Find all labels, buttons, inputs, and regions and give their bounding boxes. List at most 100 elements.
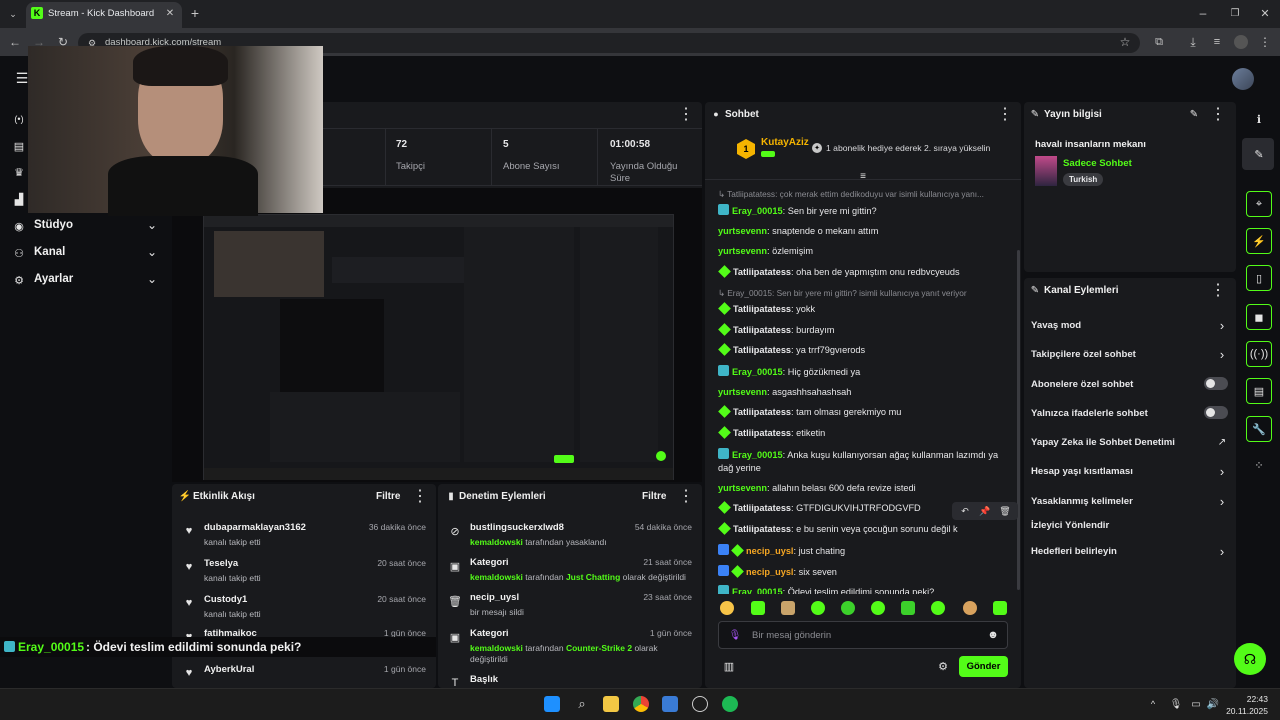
- sidebar-item-settings[interactable]: ⚙ Ayarlar ⌄: [0, 269, 170, 291]
- action-followers-only[interactable]: Takipçilere özel sohbet ›: [1024, 345, 1236, 365]
- broadcast-icon[interactable]: ((·)): [1246, 341, 1272, 367]
- tray-arrow-icon[interactable]: ^: [1148, 698, 1158, 710]
- action-banned-words[interactable]: Yasaklanmış kelimeler ›: [1024, 492, 1236, 512]
- stream-info-menu-icon[interactable]: ⋮: [1210, 106, 1226, 123]
- mod-menu-icon[interactable]: ⋮: [678, 488, 694, 505]
- tab-search-icon[interactable]: ⌄: [6, 7, 20, 21]
- volume-icon[interactable]: 🔊: [1206, 697, 1220, 711]
- emote-only-toggle[interactable]: [1204, 406, 1228, 419]
- community-icon[interactable]: ▟: [12, 192, 26, 206]
- extensions-icon[interactable]: ⧉: [1152, 35, 1166, 49]
- pin-icon[interactable]: 📌: [978, 504, 992, 518]
- back-icon[interactable]: ←: [8, 35, 22, 49]
- microphone-icon[interactable]: 🎙: [729, 628, 742, 642]
- photos-icon[interactable]: [662, 696, 678, 712]
- emote-icon[interactable]: [963, 601, 977, 615]
- tools-icon[interactable]: 🔧: [1246, 416, 1272, 442]
- user-avatar[interactable]: [1232, 68, 1254, 90]
- sidebar-item-channel[interactable]: ⚇ Kanal ⌄: [0, 242, 170, 264]
- sidebar-item-studio[interactable]: ◉ Stüdyo ⌄: [0, 215, 170, 237]
- action-account-age[interactable]: Hesap yaşı kısıtlaması ›: [1024, 462, 1236, 482]
- close-window-icon[interactable]: ✕: [1258, 6, 1272, 20]
- browser-menu-icon[interactable]: ⋮: [1258, 35, 1272, 49]
- category-name[interactable]: Sadece Sohbet: [1063, 158, 1132, 169]
- clip-icon[interactable]: ⌖: [1246, 191, 1272, 217]
- minimize-icon[interactable]: –: [1196, 6, 1210, 20]
- chat-username[interactable]: yurtsevenn: [718, 387, 767, 397]
- chat-username[interactable]: Tatliipatatess: [733, 267, 791, 277]
- channel-actions-menu-icon[interactable]: ⋮: [1210, 282, 1226, 299]
- delete-icon[interactable]: 🗑: [998, 504, 1012, 518]
- flash-icon[interactable]: ⚡: [1246, 228, 1272, 254]
- emote-icon[interactable]: [781, 601, 795, 615]
- chat-username[interactable]: Eray_00015: [732, 450, 783, 460]
- download-icon[interactable]: ⤓: [1186, 35, 1200, 49]
- chat-scrollbar[interactable]: [1017, 250, 1020, 590]
- profile-avatar[interactable]: [1234, 35, 1248, 49]
- analytics-icon[interactable]: ▤: [12, 139, 26, 153]
- chat-username[interactable]: Eray_00015: [732, 587, 783, 594]
- chat-username[interactable]: Eray_00015: [732, 367, 783, 377]
- emote-icon[interactable]: [993, 601, 1007, 615]
- chat-menu-icon[interactable]: ⋮: [997, 106, 1013, 123]
- chat-username[interactable]: Tatliipatatess: [733, 325, 791, 335]
- chrome-icon[interactable]: [633, 696, 649, 712]
- chat-settings-icon[interactable]: ⚙: [936, 659, 950, 673]
- preview-menu-icon[interactable]: ⋮: [678, 106, 694, 123]
- nodes-icon[interactable]: ⁘: [1246, 452, 1272, 478]
- maximize-icon[interactable]: ❐: [1228, 6, 1242, 20]
- bookmark-star-icon[interactable]: ☆: [1118, 35, 1132, 49]
- subscribers-only-toggle[interactable]: [1204, 377, 1228, 390]
- emote-icon[interactable]: [841, 601, 855, 615]
- action-ai-moderation[interactable]: Yapay Zeka ile Sohbet Denetimi ↗: [1024, 433, 1236, 453]
- action-slow-mode[interactable]: Yavaş mod ›: [1024, 316, 1236, 336]
- chat-username[interactable]: necip_uysl: [746, 567, 794, 577]
- windows-start-icon[interactable]: [544, 696, 560, 712]
- action-host[interactable]: İzleyici Yönlendir: [1024, 516, 1236, 536]
- live-icon[interactable]: (•): [12, 112, 26, 126]
- edit-stream-icon[interactable]: ✎: [1188, 107, 1200, 121]
- emote-icon[interactable]: [720, 601, 734, 615]
- support-headset-icon[interactable]: ☊: [1234, 643, 1266, 675]
- layout-icon[interactable]: ▤: [1246, 378, 1272, 404]
- emote-icon[interactable]: [871, 601, 885, 615]
- chat-username[interactable]: yurtsevenn: [718, 226, 767, 236]
- send-button[interactable]: Gönder: [959, 656, 1008, 677]
- collapse-icon[interactable]: ≡: [856, 171, 870, 182]
- file-explorer-icon[interactable]: [603, 696, 619, 712]
- info-icon[interactable]: ℹ: [1246, 106, 1272, 132]
- microphone-tray-icon[interactable]: 🎙: [1170, 697, 1183, 711]
- reply-icon[interactable]: ↶: [958, 504, 972, 518]
- spotify-icon[interactable]: [722, 696, 738, 712]
- display-icon[interactable]: ▭: [1190, 697, 1202, 711]
- chat-username[interactable]: Tatliipatatess: [733, 304, 791, 314]
- emote-icon[interactable]: [901, 601, 915, 615]
- activity-menu-icon[interactable]: ⋮: [412, 488, 428, 505]
- chat-username[interactable]: Tatliipatatess: [733, 345, 791, 355]
- reading-list-icon[interactable]: ≡: [1210, 35, 1224, 49]
- chat-username[interactable]: yurtsevenn: [718, 246, 767, 256]
- chat-username[interactable]: yurtsevenn: [718, 483, 767, 493]
- chat-username[interactable]: necip_uysl: [746, 546, 794, 556]
- trophy-icon[interactable]: ♛: [12, 165, 26, 179]
- chat-username[interactable]: Tatliipatatess: [733, 524, 791, 534]
- emote-icon[interactable]: [811, 601, 825, 615]
- shop-icon[interactable]: ▥: [722, 659, 736, 673]
- obs-icon[interactable]: [692, 696, 708, 712]
- emote-icon[interactable]: [931, 601, 945, 615]
- search-icon[interactable]: ⌕: [574, 696, 590, 712]
- chat-username[interactable]: Tatliipatatess: [733, 503, 791, 513]
- mod-filter-button[interactable]: Filtre: [642, 491, 666, 502]
- chat-username[interactable]: Eray_00015: [732, 206, 783, 216]
- chat-username[interactable]: Tatliipatatess: [733, 407, 791, 417]
- emote-icon[interactable]: [751, 601, 765, 615]
- document-icon[interactable]: ▯: [1246, 265, 1272, 291]
- new-tab-icon[interactable]: +: [188, 5, 202, 21]
- chat-icon[interactable]: ◼: [1246, 304, 1272, 330]
- close-tab-icon[interactable]: ✕: [164, 7, 176, 19]
- emoji-icon[interactable]: ☻: [986, 628, 1000, 642]
- activity-filter-button[interactable]: Filtre: [376, 491, 400, 502]
- action-goals[interactable]: Hedefleri belirleyin ›: [1024, 542, 1236, 562]
- chat-username[interactable]: Tatliipatatess: [733, 428, 791, 438]
- edit-icon[interactable]: ✎: [1246, 141, 1272, 167]
